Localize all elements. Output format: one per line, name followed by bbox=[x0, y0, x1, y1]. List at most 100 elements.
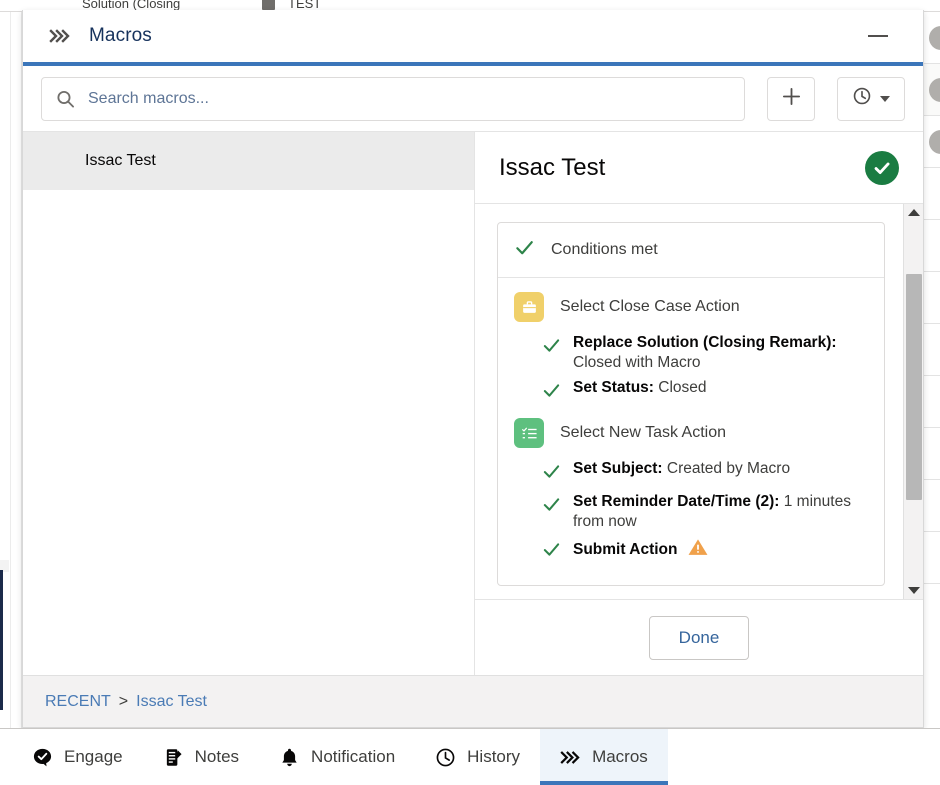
action-group-new-task: Select New Task Action Set Subject: Crea… bbox=[514, 418, 868, 567]
action-group-label: Select New Task Action bbox=[560, 424, 727, 442]
triple-chevron-icon bbox=[560, 749, 581, 766]
minimize-icon[interactable] bbox=[863, 21, 893, 51]
macro-list: Issac Test bbox=[23, 132, 475, 675]
table-row bbox=[923, 324, 940, 376]
action-groups: Select Close Case Action Replace Solutio… bbox=[498, 278, 884, 585]
action-group-close-case: Select Close Case Action Replace Solutio… bbox=[514, 292, 868, 408]
list-item[interactable]: Issac Test bbox=[23, 132, 474, 190]
utility-item-engage[interactable]: Engage bbox=[12, 729, 143, 785]
check-icon bbox=[542, 495, 561, 519]
macro-step-value: Closed bbox=[658, 379, 707, 397]
avatar bbox=[929, 130, 940, 154]
table-row bbox=[923, 532, 940, 584]
detail-title: Issac Test bbox=[499, 153, 606, 181]
macro-step-name: Set Reminder Date/Time (2): bbox=[573, 493, 780, 511]
avatar bbox=[929, 78, 940, 102]
utility-item-label: History bbox=[467, 747, 521, 766]
table-row bbox=[923, 12, 940, 64]
clock-icon bbox=[852, 86, 872, 111]
utility-bar: Engage Notes Notification History Macros bbox=[0, 728, 940, 785]
action-group-header: Select Close Case Action bbox=[514, 292, 868, 322]
macro-step: Submit Action bbox=[514, 534, 868, 567]
background-left-divider bbox=[10, 12, 11, 728]
search-icon bbox=[56, 89, 75, 108]
macro-step-name: Replace Solution (Closing Remark): bbox=[573, 334, 837, 351]
panel-body: Issac Test Issac Test Conditions met Sel… bbox=[23, 132, 923, 675]
add-macro-button[interactable] bbox=[767, 76, 815, 121]
scrollbar-track[interactable] bbox=[904, 221, 923, 582]
scrollbar-thumb[interactable] bbox=[906, 274, 922, 500]
breadcrumb-separator: > bbox=[118, 692, 129, 710]
search-toolbar bbox=[23, 66, 923, 132]
macro-step-text: Set Status: Closed bbox=[573, 378, 707, 398]
check-circle-icon bbox=[865, 150, 899, 185]
detail-footer: Done bbox=[475, 599, 923, 675]
macro-step-text: Submit Action bbox=[573, 537, 709, 563]
detail-scroll-area: Conditions met Select Close Case Action … bbox=[475, 204, 923, 599]
utility-item-macros[interactable]: Macros bbox=[540, 729, 668, 785]
page-title: Macros bbox=[89, 25, 152, 46]
conditions-met-label: Conditions met bbox=[551, 241, 658, 258]
done-button[interactable]: Done bbox=[649, 615, 749, 660]
macro-step-text: Replace Solution (Closing Remark): Close… bbox=[573, 333, 868, 372]
table-row bbox=[923, 480, 940, 532]
table-row bbox=[923, 272, 940, 324]
detail-scrollbar[interactable] bbox=[903, 204, 923, 599]
breadcrumb-item-recent[interactable]: RECENT bbox=[45, 693, 111, 711]
utility-item-history[interactable]: History bbox=[415, 729, 540, 785]
utility-item-notes[interactable]: Notes bbox=[143, 729, 259, 785]
check-icon bbox=[542, 462, 561, 486]
check-icon bbox=[542, 540, 561, 564]
macro-step: Set Subject: Created by Macro bbox=[514, 456, 868, 489]
macros-utility-panel: Macros Search macros... Issac Test Issac… bbox=[22, 10, 924, 728]
engage-check-badge-icon bbox=[32, 747, 53, 768]
macro-step-name: Set Subject: bbox=[573, 460, 663, 478]
macro-step-name: Set Status: bbox=[573, 379, 654, 397]
utility-item-label: Macros bbox=[592, 747, 648, 766]
background-left-accent bbox=[0, 570, 3, 710]
macro-step-value: Closed with Macro bbox=[573, 353, 701, 371]
plus-icon bbox=[781, 86, 802, 112]
panel-header: Macros bbox=[23, 10, 923, 66]
list-item-label: Issac Test bbox=[85, 152, 156, 169]
macro-steps-card: Conditions met Select Close Case Action … bbox=[497, 222, 885, 587]
action-group-header: Select New Task Action bbox=[514, 418, 868, 449]
macro-step: Set Status: Closed bbox=[514, 375, 868, 408]
utility-item-label: Notes bbox=[194, 747, 240, 766]
notes-icon bbox=[163, 747, 184, 768]
clock-icon bbox=[435, 747, 456, 768]
detail-content: Conditions met Select Close Case Action … bbox=[475, 204, 903, 599]
macro-step-name: Submit Action bbox=[573, 541, 678, 559]
utility-item-notification[interactable]: Notification bbox=[259, 729, 415, 785]
macro-step-text: Set Reminder Date/Time (2): 1 minutes fr… bbox=[573, 492, 868, 531]
warning-triangle-icon bbox=[687, 537, 709, 563]
check-icon bbox=[542, 336, 561, 360]
triangle-down-icon[interactable] bbox=[904, 582, 923, 599]
recent-macros-button[interactable] bbox=[837, 76, 905, 121]
table-row bbox=[923, 220, 940, 272]
triple-chevron-icon bbox=[49, 27, 71, 45]
breadcrumb-item-current[interactable]: Issac Test bbox=[136, 693, 207, 711]
conditions-met-row: Conditions met bbox=[498, 223, 884, 278]
macro-step-value: Created by Macro bbox=[666, 460, 791, 478]
macro-step: Replace Solution (Closing Remark): Close… bbox=[514, 330, 868, 375]
triangle-up-icon[interactable] bbox=[904, 204, 923, 221]
check-icon bbox=[514, 237, 535, 263]
background-left-rail bbox=[0, 12, 22, 728]
search-input[interactable] bbox=[88, 77, 744, 120]
search-box[interactable] bbox=[41, 76, 745, 121]
bar-chart-icon bbox=[262, 0, 275, 10]
table-row bbox=[923, 428, 940, 480]
background-record-list bbox=[922, 12, 940, 728]
table-row bbox=[923, 64, 940, 116]
detail-header: Issac Test bbox=[475, 132, 923, 204]
macro-step-text: Set Subject: Created by Macro bbox=[573, 459, 790, 479]
macro-detail: Issac Test Conditions met Select Close C… bbox=[475, 132, 923, 675]
table-row bbox=[923, 168, 940, 220]
action-group-label: Select Close Case Action bbox=[560, 298, 740, 315]
macro-step: Set Reminder Date/Time (2): 1 minutes fr… bbox=[514, 489, 868, 534]
table-row bbox=[923, 376, 940, 428]
table-row bbox=[923, 116, 940, 168]
breadcrumb: RECENT > Issac Test bbox=[23, 675, 923, 727]
task-list-icon bbox=[514, 418, 544, 449]
